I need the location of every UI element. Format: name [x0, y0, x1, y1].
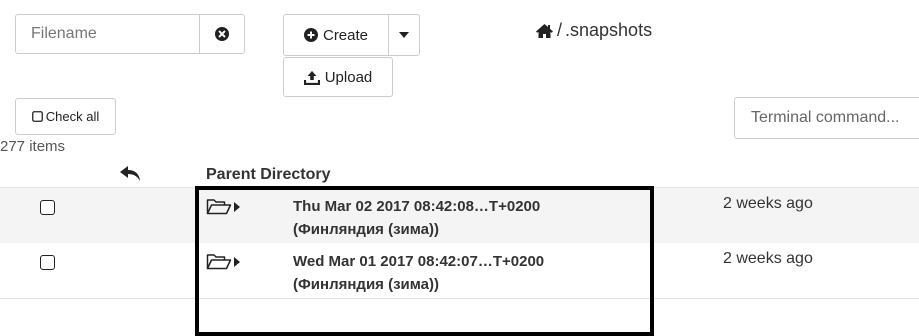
upload-icon [303, 70, 320, 85]
breadcrumb-separator: / [557, 20, 563, 40]
filename-input-group [15, 14, 245, 54]
plus-circle-icon [303, 28, 318, 42]
row-checkbox[interactable] [40, 200, 55, 215]
create-dropdown-toggle[interactable] [388, 14, 420, 56]
item-count: 277 items [0, 138, 66, 155]
upload-button[interactable]: Upload [283, 57, 393, 97]
row-checkbox[interactable] [40, 255, 55, 270]
terminal-command-input[interactable] [734, 97, 919, 139]
breadcrumb-current: .snapshots [565, 20, 653, 40]
modified-time: 2 weeks ago [723, 195, 813, 212]
home-icon[interactable] [535, 23, 554, 39]
reply-arrow-icon[interactable] [120, 166, 142, 182]
check-all-button[interactable]: Check all [15, 98, 116, 135]
caret-down-icon [399, 32, 409, 38]
modified-time: 2 weeks ago [723, 250, 813, 267]
highlight-box [195, 186, 654, 336]
clear-filename-button[interactable] [199, 14, 245, 54]
times-circle-icon [215, 27, 229, 41]
parent-directory-link[interactable]: Parent Directory [206, 166, 331, 184]
create-button[interactable]: Create [283, 14, 389, 56]
upload-label: Upload [324, 68, 373, 86]
create-label: Create [322, 26, 369, 44]
check-all-label: Check all [45, 109, 100, 124]
filename-input[interactable] [15, 14, 199, 54]
checkbox-icon [31, 111, 43, 122]
breadcrumb: / .snapshots [535, 20, 652, 41]
